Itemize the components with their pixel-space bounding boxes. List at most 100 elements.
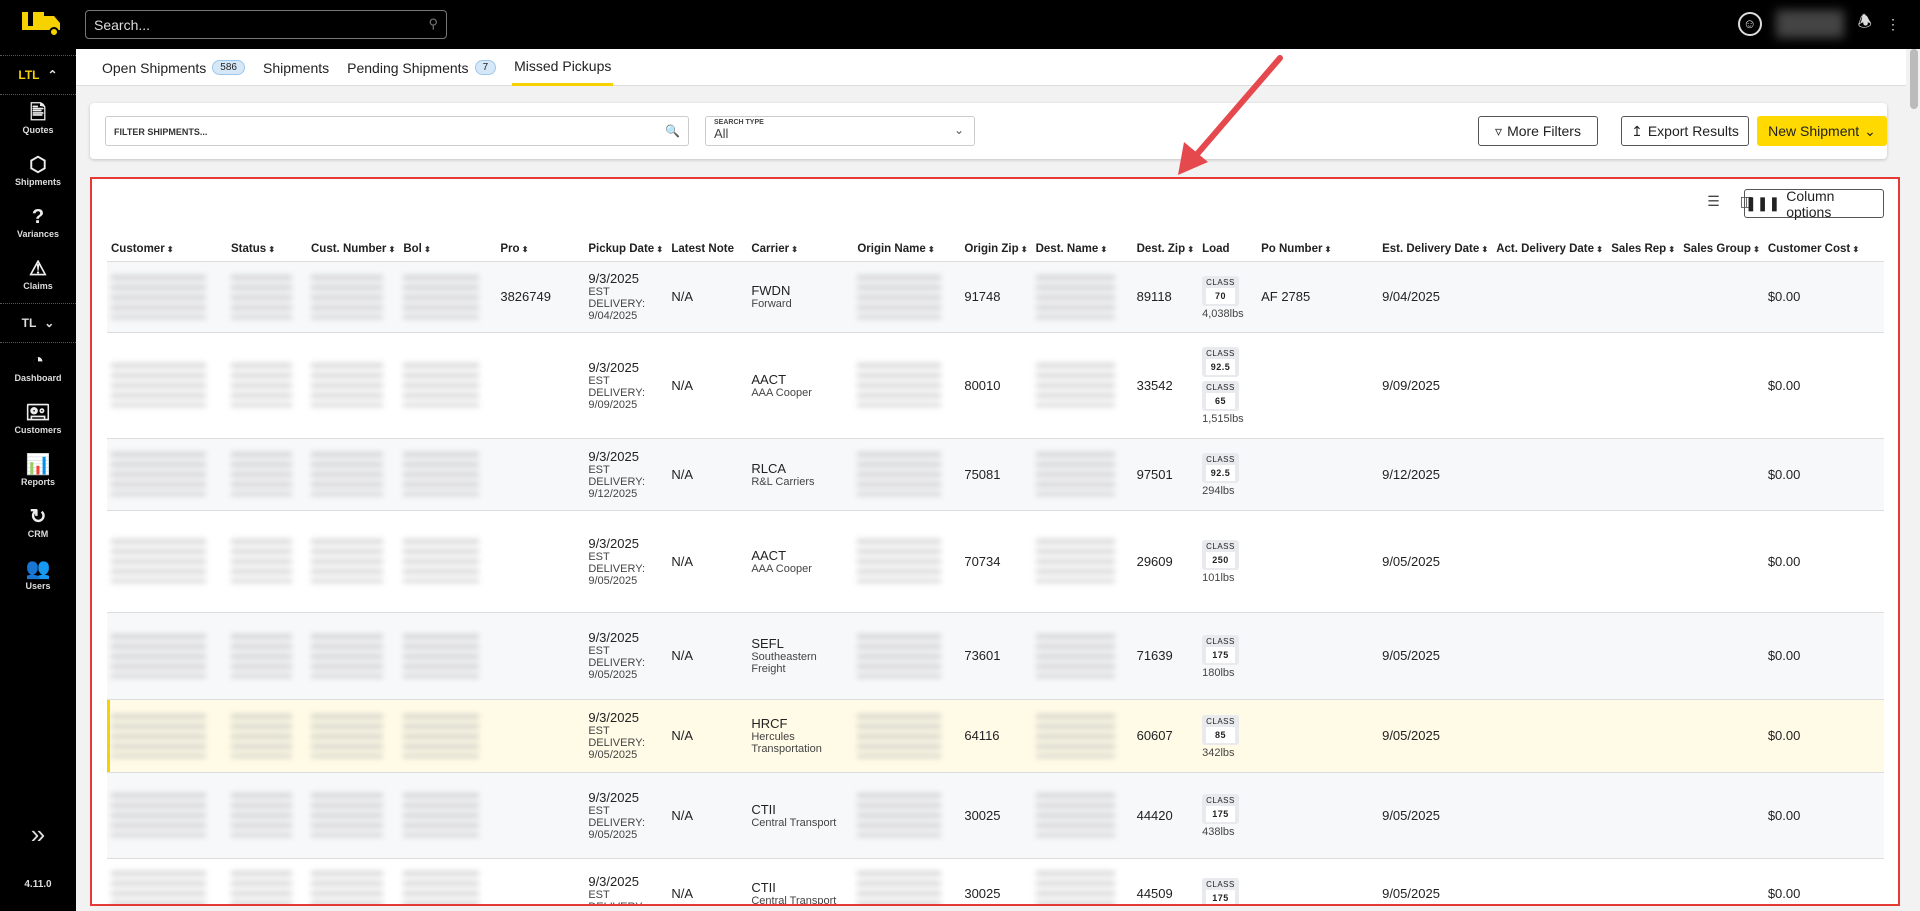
column-header-sales-rep[interactable]: Sales Rep ⬍ bbox=[1607, 237, 1680, 262]
sort-icon[interactable]: ⬍ bbox=[654, 245, 663, 254]
notification-bell-icon[interactable]: 🕭 bbox=[1858, 11, 1872, 38]
cust-number-cell bbox=[307, 772, 400, 859]
sidebar-item-shipments[interactable]: ⬡ Shipments bbox=[0, 147, 76, 199]
freight-class-badge: CLASS 175 bbox=[1202, 878, 1239, 904]
pro-cell bbox=[496, 510, 585, 613]
sort-icon[interactable]: ⬍ bbox=[1019, 245, 1028, 254]
column-header-pickup-date[interactable]: Pickup Date ⬍ bbox=[584, 237, 668, 262]
table-row[interactable]: 9/3/2025 EST DELIVERY: 9/05/2025 N/A SEFL So… bbox=[107, 612, 1884, 700]
est-delivery-cell: 9/05/2025 bbox=[1378, 858, 1493, 904]
freight-class-value: 175 bbox=[1206, 806, 1235, 822]
column-header-carrier[interactable]: Carrier ⬍ bbox=[747, 237, 854, 262]
sidebar-item-claims[interactable]: ⚠ Claims bbox=[0, 251, 76, 303]
sort-icon[interactable]: ⬍ bbox=[1322, 245, 1332, 254]
sidebar-item-users[interactable]: 👥 Users bbox=[0, 551, 76, 603]
column-header-po-number[interactable]: Po Number ⬍ bbox=[1257, 237, 1379, 262]
user-avatar-icon[interactable]: ☺ bbox=[1737, 12, 1762, 36]
sidebar-item-dashboard[interactable]: ◔ Dashboard bbox=[0, 343, 76, 395]
sidebar-section-tl[interactable]: TL ⌄ bbox=[0, 303, 76, 343]
more-filters-button[interactable]: ▿ More Filters bbox=[1478, 116, 1598, 146]
sort-icon[interactable]: ⬍ bbox=[386, 245, 396, 254]
sidebar-item-quotes[interactable]: 🖹 Quotes bbox=[0, 95, 76, 147]
column-header-customer-cost[interactable]: Customer Cost ⬍ bbox=[1763, 237, 1884, 262]
sort-icon[interactable]: ⬍ bbox=[520, 245, 529, 254]
table-row[interactable]: 9/3/2025 EST DELIVERY: 9/05/2025 N/A CTII Ce… bbox=[107, 772, 1884, 859]
global-search-input[interactable]: Search... ⚲ bbox=[85, 10, 447, 39]
pickup-date: 9/3/2025 bbox=[588, 873, 639, 889]
customer-cost-cell: $0.00 bbox=[1763, 332, 1884, 439]
column-options-button[interactable]: ❚❚❚ Column options bbox=[1744, 188, 1884, 220]
sort-icon[interactable]: ⬍ bbox=[1098, 245, 1107, 254]
sales-rep-cell bbox=[1607, 332, 1680, 439]
dest-zip-cell: 97501 bbox=[1132, 438, 1199, 511]
est-delivery-cell: 9/05/2025 bbox=[1378, 612, 1493, 700]
sidebar-section-ltl[interactable]: LTL ⌃ bbox=[0, 55, 76, 95]
new-shipment-button[interactable]: New Shipment ⌄ bbox=[1757, 116, 1887, 146]
sort-icon[interactable]: ⬍ bbox=[1185, 245, 1194, 254]
dest-name-blurred bbox=[1035, 539, 1115, 583]
sort-icon[interactable]: ⬍ bbox=[165, 245, 174, 254]
tab-open-shipments[interactable]: Open Shipments 586 bbox=[100, 49, 247, 86]
sidebar-item-customers[interactable]: 🖭 Customers bbox=[0, 395, 76, 447]
table-row[interactable]: 3826749 9/3/2025 EST DELIVERY: 9/04/2025 N/… bbox=[107, 261, 1884, 333]
dest-zip-cell: 29609 bbox=[1132, 510, 1199, 613]
sidebar-item-variances[interactable]: ? Variances bbox=[0, 199, 76, 251]
column-header-est-delivery-date[interactable]: Est. Delivery Date ⬍ bbox=[1378, 237, 1493, 262]
chevron-up-icon[interactable]: ⌃ bbox=[48, 68, 58, 82]
customer-cost: $0.00 bbox=[1767, 648, 1801, 663]
bol-blurred bbox=[403, 713, 479, 758]
search-icon[interactable]: ⚲ bbox=[428, 16, 438, 32]
est-delivery-date: 9/05/2025 bbox=[1382, 807, 1440, 823]
column-header-dest-zip[interactable]: Dest. Zip ⬍ bbox=[1132, 237, 1199, 262]
user-name-blurred[interactable] bbox=[1775, 10, 1844, 38]
compact-view-icon[interactable]: ☰ bbox=[1707, 193, 1720, 210]
sort-icon[interactable]: ⬍ bbox=[1666, 245, 1675, 254]
sidebar-item-reports[interactable]: 📊 Reports bbox=[0, 447, 76, 499]
sort-icon[interactable]: ⬍ bbox=[266, 245, 275, 254]
tab-missed-pickups[interactable]: Missed Pickups bbox=[512, 49, 614, 86]
column-header-origin-zip[interactable]: Origin Zip ⬍ bbox=[960, 237, 1032, 262]
column-header-sales-group[interactable]: Sales Group ⬍ bbox=[1679, 237, 1764, 262]
export-results-button[interactable]: ↥ Export Results bbox=[1621, 116, 1749, 146]
origin-name-blurred bbox=[857, 713, 942, 758]
page-scrollbar[interactable] bbox=[1910, 49, 1918, 109]
sort-icon[interactable]: ⬍ bbox=[422, 245, 431, 254]
column-header-status[interactable]: Status ⬍ bbox=[227, 237, 307, 262]
column-header-origin-name[interactable]: Origin Name ⬍ bbox=[853, 237, 961, 262]
carrier-cell: FWDN Forward bbox=[747, 261, 854, 333]
sort-icon[interactable]: ⬍ bbox=[789, 245, 798, 254]
origin-zip: 64116 bbox=[964, 728, 1000, 743]
load-cell: CLASS 85 342lbs bbox=[1198, 699, 1258, 773]
logo-truck-icon[interactable] bbox=[20, 8, 62, 38]
sort-icon[interactable]: ⬍ bbox=[1850, 245, 1859, 254]
table-row[interactable]: 9/3/2025 EST DELIVERY: 9/05/2025 N/A HRCF He… bbox=[107, 699, 1884, 773]
column-header-customer[interactable]: Customer ⬍ bbox=[107, 237, 227, 262]
sidebar-item-crm[interactable]: ↻ CRM bbox=[0, 499, 76, 551]
tab-pending-shipments[interactable]: Pending Shipments 7 bbox=[345, 49, 498, 86]
search-icon[interactable]: 🔍 bbox=[665, 124, 680, 138]
filter-shipments-input[interactable]: FILTER SHIPMENTS... 🔍 bbox=[105, 116, 689, 146]
column-header-bol[interactable]: Bol ⬍ bbox=[399, 237, 497, 262]
search-type-select[interactable]: SEARCH TYPE All ⌄ bbox=[705, 116, 975, 146]
sort-icon[interactable]: ⬍ bbox=[1479, 245, 1488, 254]
shipments-table-card: ☰ ◫ ❚❚❚ Column options Customer ⬍ Status ⬍ C… bbox=[90, 177, 1900, 906]
sort-icon[interactable]: ⬍ bbox=[926, 245, 935, 254]
table-row[interactable]: 9/3/2025 EST DELIVERY: 9/09/2025 N/A AACT AA… bbox=[107, 332, 1884, 439]
sort-icon[interactable]: ⬍ bbox=[1594, 245, 1603, 254]
tab-shipments[interactable]: Shipments bbox=[261, 49, 331, 86]
more-menu-icon[interactable]: ⋮ bbox=[1886, 16, 1900, 33]
origin-name-cell bbox=[853, 772, 961, 859]
table-row[interactable]: 9/3/2025EST DELIVERY:N/ACTIICentral Tran… bbox=[107, 858, 1884, 904]
column-header-dest-name[interactable]: Dest. Name ⬍ bbox=[1031, 237, 1133, 262]
chevron-down-icon[interactable]: ⌄ bbox=[44, 316, 54, 330]
sort-icon[interactable]: ⬍ bbox=[1751, 245, 1760, 254]
table-row[interactable]: 9/3/2025 EST DELIVERY: 9/05/2025 N/A AACT AA… bbox=[107, 510, 1884, 613]
expand-sidebar-icon[interactable]: » bbox=[0, 819, 76, 850]
column-header-cust-number[interactable]: Cust. Number ⬍ bbox=[307, 237, 400, 262]
column-header-load[interactable]: Load bbox=[1198, 237, 1258, 262]
table-row[interactable]: 9/3/2025 EST DELIVERY: 9/12/2025 N/A RLCA R&… bbox=[107, 438, 1884, 511]
chevron-down-icon: ⌄ bbox=[1864, 122, 1876, 139]
column-header-latest-note[interactable]: Latest Note bbox=[667, 237, 748, 262]
column-header-act-delivery-date[interactable]: Act. Delivery Date ⬍ bbox=[1492, 237, 1608, 262]
column-header-pro[interactable]: Pro ⬍ bbox=[496, 237, 585, 262]
